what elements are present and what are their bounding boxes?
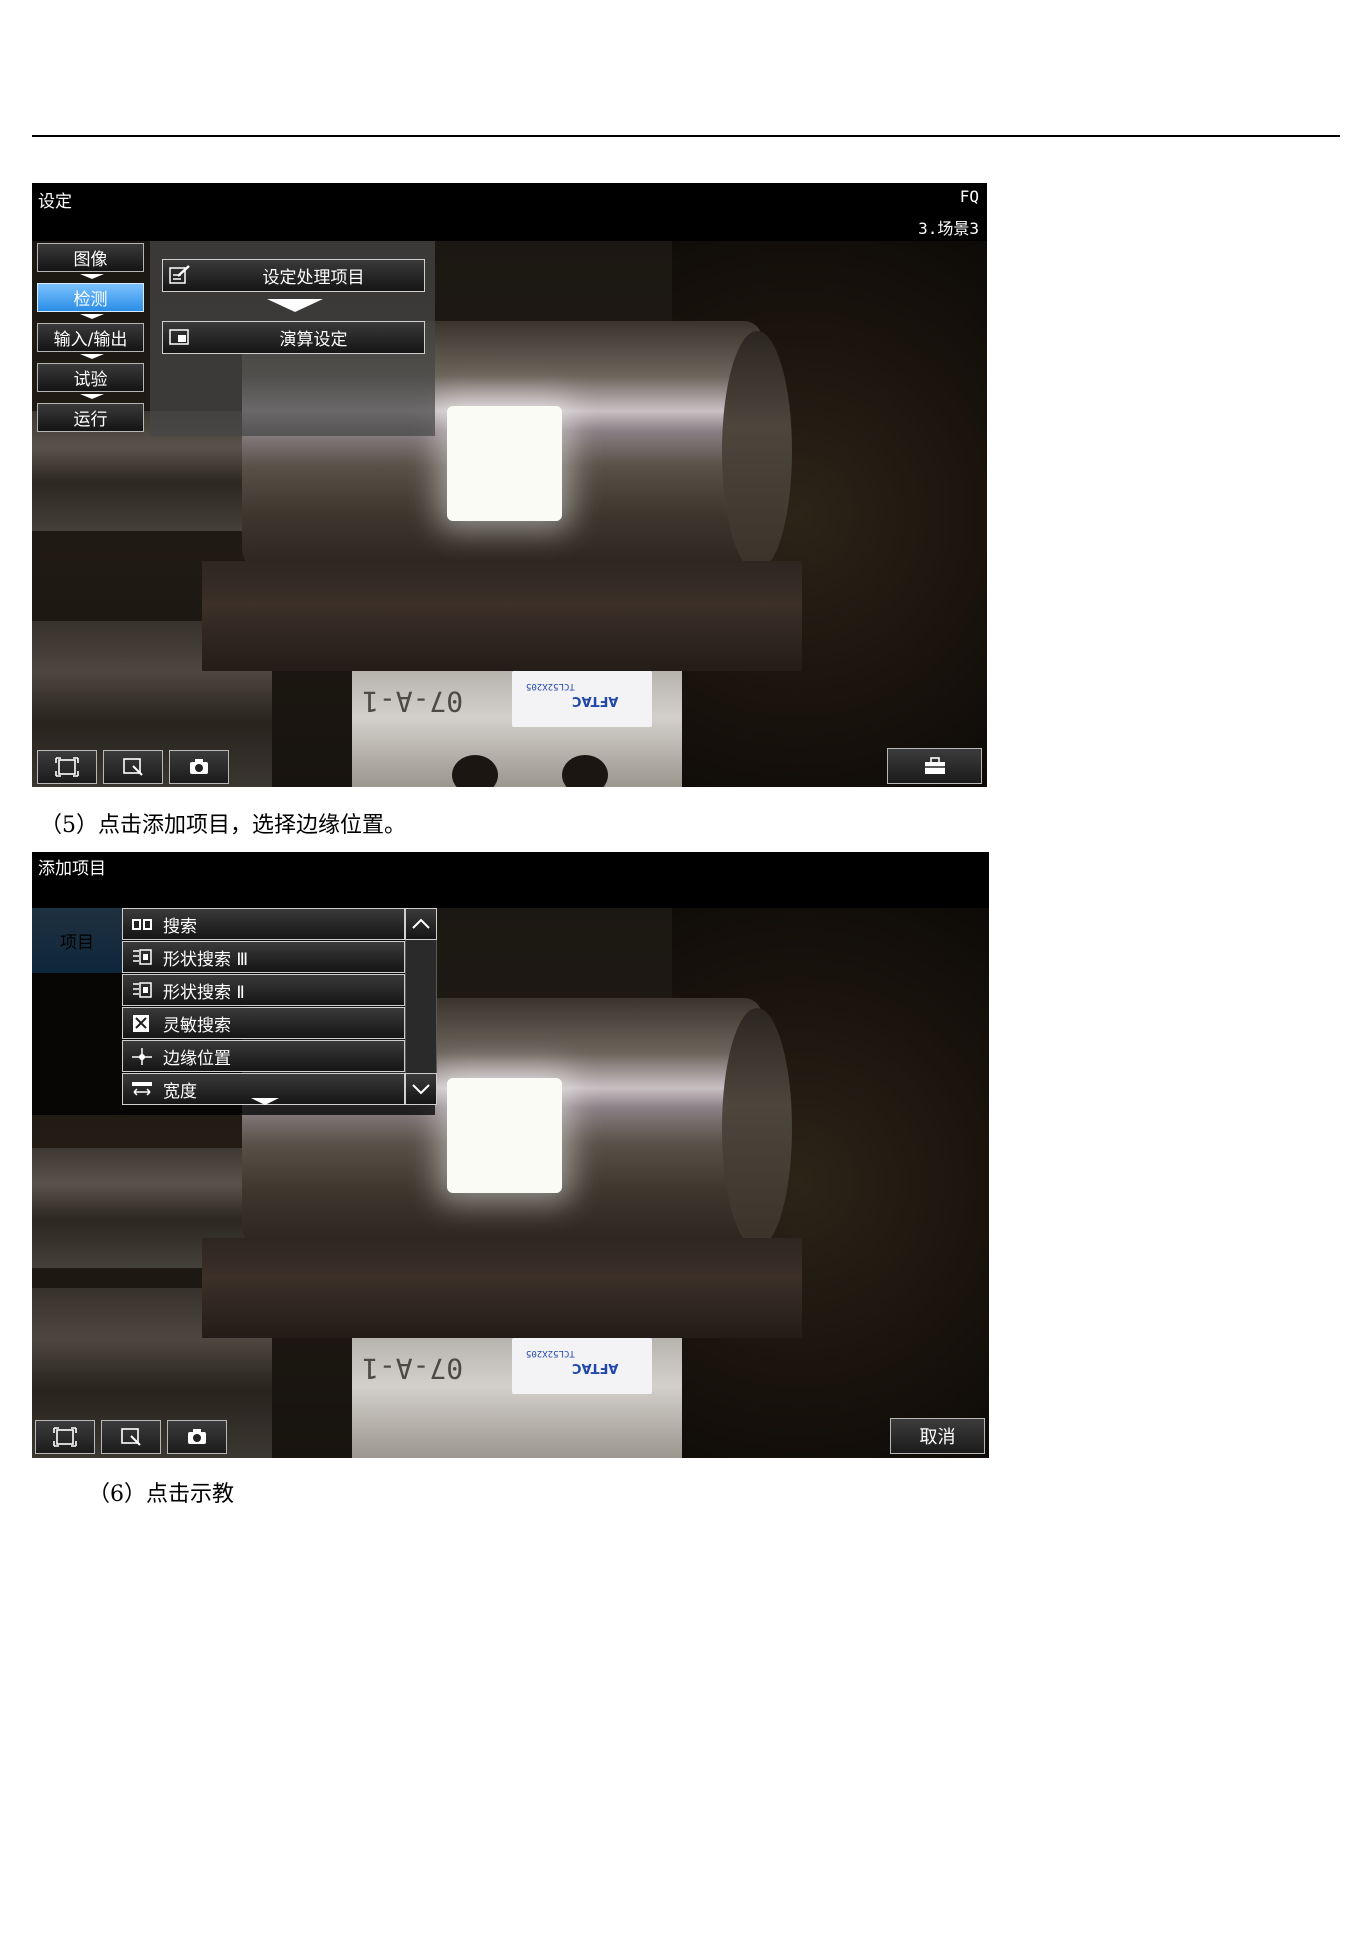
shape-search-2-icon [133, 982, 152, 998]
list-item-shape-search-2[interactable]: 形状搜索 Ⅱ [122, 974, 405, 1006]
product-label: TCL52X205 AFTAC [512, 1338, 652, 1394]
capture-button[interactable] [169, 750, 229, 784]
chevron-down-icon [412, 1084, 430, 1095]
top-rule [32, 135, 1340, 137]
list-item-sensitive-search[interactable]: 灵敏搜索 [122, 1007, 405, 1039]
scene-name: 3.场景3 [918, 219, 979, 238]
camera-icon [188, 1429, 206, 1444]
edit-list-icon [169, 265, 190, 284]
capture-button[interactable] [167, 1420, 227, 1454]
fit-screen-button[interactable] [35, 1420, 95, 1454]
title-bar: 设定 FQ 3.场景3 [32, 183, 987, 241]
page-title: 设定 [38, 192, 72, 212]
title-bar: 添加项目 [32, 852, 989, 908]
fit-screen-icon [53, 1427, 77, 1447]
scroll-down-button[interactable] [405, 1073, 437, 1105]
flow-arrow [80, 274, 104, 279]
edge-position-icon [132, 1048, 152, 1065]
model-name: FQ [959, 187, 979, 206]
scroll-up-button[interactable] [405, 908, 437, 940]
flow-arrow [267, 299, 323, 312]
set-processing-items-button[interactable]: 设定处理项目 [162, 259, 425, 292]
list-item-search[interactable]: 搜索 [122, 908, 405, 940]
flow-arrow [80, 354, 104, 359]
cancel-button[interactable]: 取消 [890, 1418, 985, 1454]
pneumatic-block: 07-A-1 TCL52X205 AFTAC [352, 671, 682, 787]
menu-image-button[interactable]: 图像 [37, 243, 144, 272]
fit-screen-icon [55, 757, 79, 777]
settings-screen: 07-A-1 TCL52X205 AFTAC 设定 FQ 3.场景3 图像 检测… [32, 183, 987, 787]
list-item-width[interactable]: 宽度 [122, 1073, 405, 1105]
fit-screen-button[interactable] [37, 750, 97, 784]
page-title: 添加项目 [38, 859, 106, 879]
chevron-up-icon [412, 918, 430, 929]
search-icon [132, 919, 152, 930]
menu-run-button[interactable]: 运行 [37, 403, 144, 432]
step-5-caption: （5）点击添加项目，选择边缘位置。 [40, 813, 406, 838]
reflection-spot [447, 406, 562, 521]
calc-window-icon [169, 329, 189, 345]
list-item-edge-position[interactable]: 边缘位置 [122, 1040, 405, 1072]
toolbox-icon [924, 757, 945, 774]
flow-arrow [80, 394, 104, 399]
camera-icon [190, 759, 208, 774]
more-items-arrow [251, 1098, 279, 1105]
flow-arrow [80, 314, 104, 319]
menu-io-button[interactable]: 输入/输出 [37, 323, 144, 352]
width-icon [132, 1082, 152, 1096]
pneumatic-block: 07-A-1 TCL52X205 AFTAC [352, 1338, 682, 1458]
sensitive-search-icon [133, 1015, 149, 1032]
reflection-spot [447, 1078, 562, 1193]
list-item-shape-search-3[interactable]: 形状搜索 Ⅲ [122, 941, 405, 973]
step-6-caption: （6）点击示教 [88, 1482, 234, 1507]
add-item-screen: 07-A-1 TCL52X205 AFTAC 添加项目 项目 搜索 形状搜索 Ⅲ… [32, 852, 989, 1458]
product-label: TCL52X205 AFTAC [512, 671, 652, 727]
menu-inspection-button[interactable]: 检测 [37, 283, 144, 312]
shape-search-3-icon [133, 949, 152, 965]
tools-button[interactable] [887, 748, 982, 784]
calculation-settings-button[interactable]: 演算设定 [162, 321, 425, 354]
zoom-button[interactable] [103, 750, 163, 784]
scrollbar-track[interactable] [405, 940, 437, 1073]
zoom-icon [121, 1428, 141, 1446]
zoom-button[interactable] [101, 1420, 161, 1454]
menu-test-button[interactable]: 试验 [37, 363, 144, 392]
inspection-panel: 设定处理项目 演算设定 [150, 241, 435, 436]
zoom-icon [123, 758, 143, 776]
